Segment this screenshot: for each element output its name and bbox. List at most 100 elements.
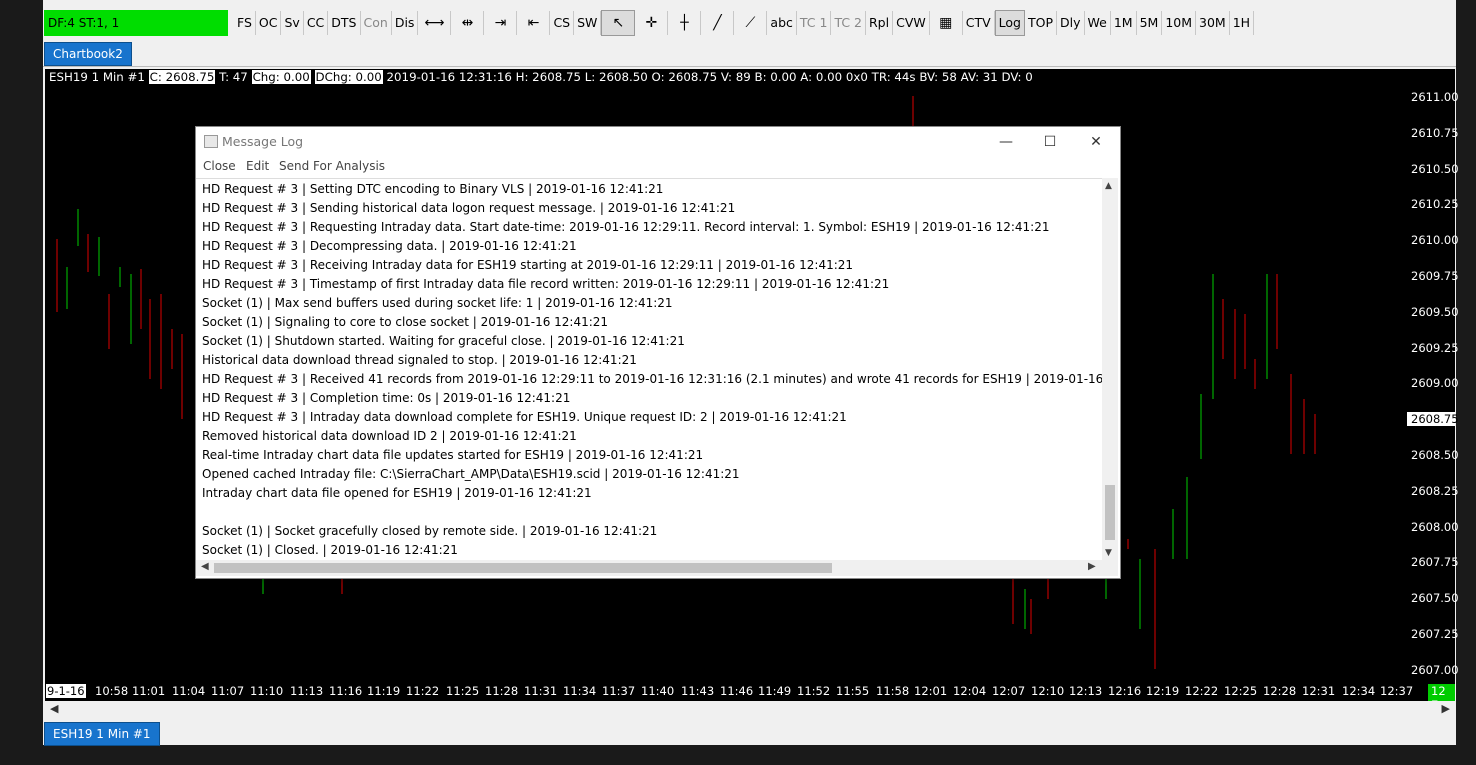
scroll-left-icon[interactable]: ◀	[201, 561, 209, 572]
time-tick-label: 11:01	[132, 684, 166, 698]
chart-tick-count: T: 47	[219, 70, 248, 84]
price-tick-label: 2608.75	[1407, 412, 1459, 427]
price-tick-label: 2609.00	[1411, 376, 1459, 391]
log-text-area[interactable]: HD Request # 3 | Setting DTC encoding to…	[196, 178, 1104, 562]
toolbar-button-we[interactable]: We	[1085, 11, 1111, 35]
menu-send-for-analysis[interactable]: Send For Analysis	[279, 159, 385, 173]
toolbar-button-sw[interactable]: SW	[574, 11, 602, 35]
toolbar-button-5m[interactable]: 5M	[1137, 11, 1163, 35]
trade-window-icon[interactable]: ▦	[930, 11, 963, 35]
toolbar-button-rpl[interactable]: Rpl	[866, 11, 894, 35]
chart-horizontal-scrollbar[interactable]: ◀ ▶	[45, 701, 1455, 717]
toolbar-button-cs[interactable]: CS	[550, 11, 575, 35]
time-tick-label: 12:10	[1031, 684, 1065, 698]
time-tick-label: 12:01	[914, 684, 948, 698]
toolbar-button-1m[interactable]: 1M	[1111, 11, 1137, 35]
toolbar-button-oc[interactable]: OC	[256, 11, 282, 35]
menu-edit[interactable]: Edit	[246, 159, 269, 173]
log-line: HD Request # 3 | Intraday data download …	[202, 410, 847, 424]
scroll-right-icon[interactable]: ▶	[1442, 702, 1450, 715]
log-vertical-scrollbar[interactable]: ▲ ▼	[1102, 178, 1118, 561]
scroll-thumb[interactable]	[1105, 485, 1115, 540]
toolbar-button-dts[interactable]: DTS	[328, 11, 361, 35]
time-tick-label: 12:16	[1108, 684, 1142, 698]
price-axis[interactable]: 2611.00 2610.75 2610.50 2610.25 2610.00 2609.…	[1407, 69, 1459, 681]
time-tick-label: 9-1-16	[46, 684, 86, 698]
chart-change: Chg: 0.00	[251, 70, 311, 84]
toolbar-button-30m[interactable]: 30M	[1196, 11, 1230, 35]
dialog-title-bar[interactable]: Message Log — ☐ ✕	[196, 127, 1120, 157]
toolbar-button-tc2[interactable]: TC 2	[831, 11, 866, 35]
maximize-icon[interactable]: ☐	[1028, 131, 1072, 153]
log-line: Socket (1) | Shutdown started. Waiting f…	[202, 334, 685, 348]
time-tick-label: 12:19	[1146, 684, 1180, 698]
price-tick-label: 2607.00	[1411, 662, 1459, 677]
status-box: DF:4 ST:1, 1	[44, 10, 228, 36]
toolbar-button-top[interactable]: TOP	[1025, 11, 1057, 35]
price-tick-label: 2608.25	[1411, 483, 1459, 498]
pointer-icon[interactable]: ↖	[601, 10, 636, 36]
toolbar-button-con[interactable]: Con	[361, 11, 392, 35]
time-tick-label: 12:22	[1185, 684, 1219, 698]
toolbar-button-dis[interactable]: Dis	[392, 11, 419, 35]
time-tick-label: 12:34	[1342, 684, 1376, 698]
time-axis[interactable]: 9-1-16 10:58 11:01 11:04 11:07 11:10 11:13 11:1…	[45, 681, 1455, 712]
close-icon[interactable]: ✕	[1074, 131, 1118, 153]
toolbar-button-cvw[interactable]: CVW	[893, 11, 930, 35]
toolbar-button-dly[interactable]: Dly	[1057, 11, 1085, 35]
price-tick-label: 2610.75	[1411, 125, 1459, 140]
zoom-out-horizontal-icon[interactable]: ⇹	[451, 11, 485, 35]
menu-close[interactable]: Close	[203, 159, 236, 173]
price-tick-label: 2607.25	[1411, 627, 1459, 641]
time-tick-label: 11:37	[602, 684, 636, 698]
time-tick-label: 12:31	[1302, 684, 1336, 698]
toolbar-button-1h[interactable]: 1H	[1230, 11, 1255, 35]
toolbar-button-sv[interactable]: Sv	[281, 11, 304, 35]
crosshair-icon[interactable]: ✛	[635, 11, 669, 35]
log-line: Intraday chart data file opened for ESH1…	[202, 486, 592, 500]
time-tick-label: 11:52	[797, 684, 831, 698]
price-tick-label: 2607.50	[1411, 591, 1459, 606]
chartbook-tab-row: Chartbook2	[43, 40, 1456, 67]
tab-chartbook[interactable]: Chartbook2	[44, 42, 132, 66]
compress-bars-icon[interactable]: ⇥	[484, 11, 518, 35]
ray-tool-icon[interactable]: ⟋	[734, 11, 768, 35]
main-toolbar: DF:4 ST:1, 1 FS OC Sv CC DTS Con Dis ⟷ ⇹…	[43, 8, 1456, 38]
toolbar-button-ctv[interactable]: CTV	[963, 11, 995, 35]
chart-tab-row: ESH19 1 Min #1	[43, 719, 1456, 746]
log-line: Socket (1) | Closed. | 2019-01-16 12:41:…	[202, 543, 458, 557]
price-tick-label: 2609.75	[1411, 269, 1459, 283]
time-tick-label: 11:43	[681, 684, 715, 698]
value-crosshair-icon[interactable]: ┼	[668, 11, 702, 35]
scroll-up-icon[interactable]: ▲	[1105, 181, 1112, 191]
price-tick-label: 2610.50	[1411, 161, 1459, 176]
time-tick-label: 11:16	[329, 684, 363, 698]
minimize-icon[interactable]: —	[984, 131, 1028, 153]
toolbar-button-log[interactable]: Log	[994, 10, 1025, 36]
toolbar-button-fs[interactable]: FS	[234, 11, 256, 35]
scroll-thumb[interactable]	[214, 563, 832, 573]
toolbar-button-cc[interactable]: CC	[304, 11, 329, 35]
time-tick-label: 11:46	[720, 684, 754, 698]
toolbar-button-abc[interactable]: abc	[767, 11, 797, 35]
scroll-left-icon[interactable]: ◀	[50, 702, 58, 715]
zoom-in-horizontal-icon[interactable]: ⟷	[418, 11, 452, 35]
log-line: HD Request # 3 | Received 41 records fro…	[202, 372, 1104, 386]
scroll-down-icon[interactable]: ▼	[1105, 548, 1112, 558]
toolbar-button-10m[interactable]: 10M	[1162, 11, 1197, 35]
tab-chart-esh19[interactable]: ESH19 1 Min #1	[44, 722, 160, 746]
scroll-right-icon[interactable]: ▶	[1088, 561, 1096, 572]
price-tick-label: 2609.25	[1411, 340, 1459, 355]
chart-header: ESH19 1 Min #1 C: 2608.75 T: 47 Chg: 0.0…	[49, 70, 1033, 84]
log-horizontal-scrollbar[interactable]: ◀ ▶	[196, 560, 1118, 576]
time-tick-label: 11:55	[836, 684, 870, 698]
log-line: HD Request # 3 | Decompressing data. | 2…	[202, 239, 577, 253]
log-line: Socket (1) | Signaling to core to close …	[202, 315, 609, 329]
log-line: Removed historical data download ID 2 | …	[202, 429, 577, 443]
toolbar-button-tc1[interactable]: TC 1	[797, 11, 832, 35]
line-tool-icon[interactable]: ╱	[701, 11, 735, 35]
expand-bars-icon[interactable]: ⇤	[517, 11, 551, 35]
log-line: HD Request # 3 | Receiving Intraday data…	[202, 258, 854, 272]
time-tick-label: 11:07	[211, 684, 245, 698]
dialog-title: Message Log	[222, 134, 304, 149]
